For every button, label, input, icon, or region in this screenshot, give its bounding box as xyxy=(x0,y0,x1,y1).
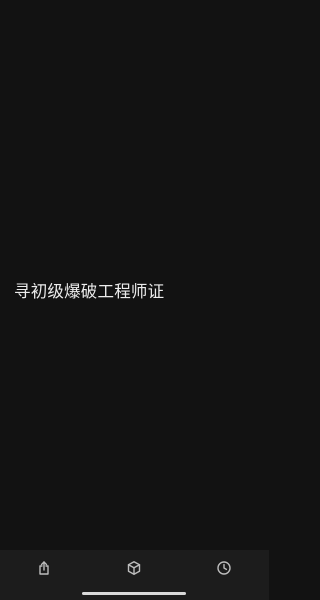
cube-icon xyxy=(126,560,142,580)
share-button[interactable] xyxy=(32,559,56,581)
cube-button[interactable] xyxy=(122,559,146,581)
clock-icon xyxy=(216,560,232,580)
home-indicator[interactable] xyxy=(82,592,186,595)
content-area: 寻初级爆破工程师证 xyxy=(0,0,269,550)
history-button[interactable] xyxy=(212,559,236,581)
share-icon xyxy=(36,560,52,580)
main-text: 寻初级爆破工程师证 xyxy=(14,282,165,301)
